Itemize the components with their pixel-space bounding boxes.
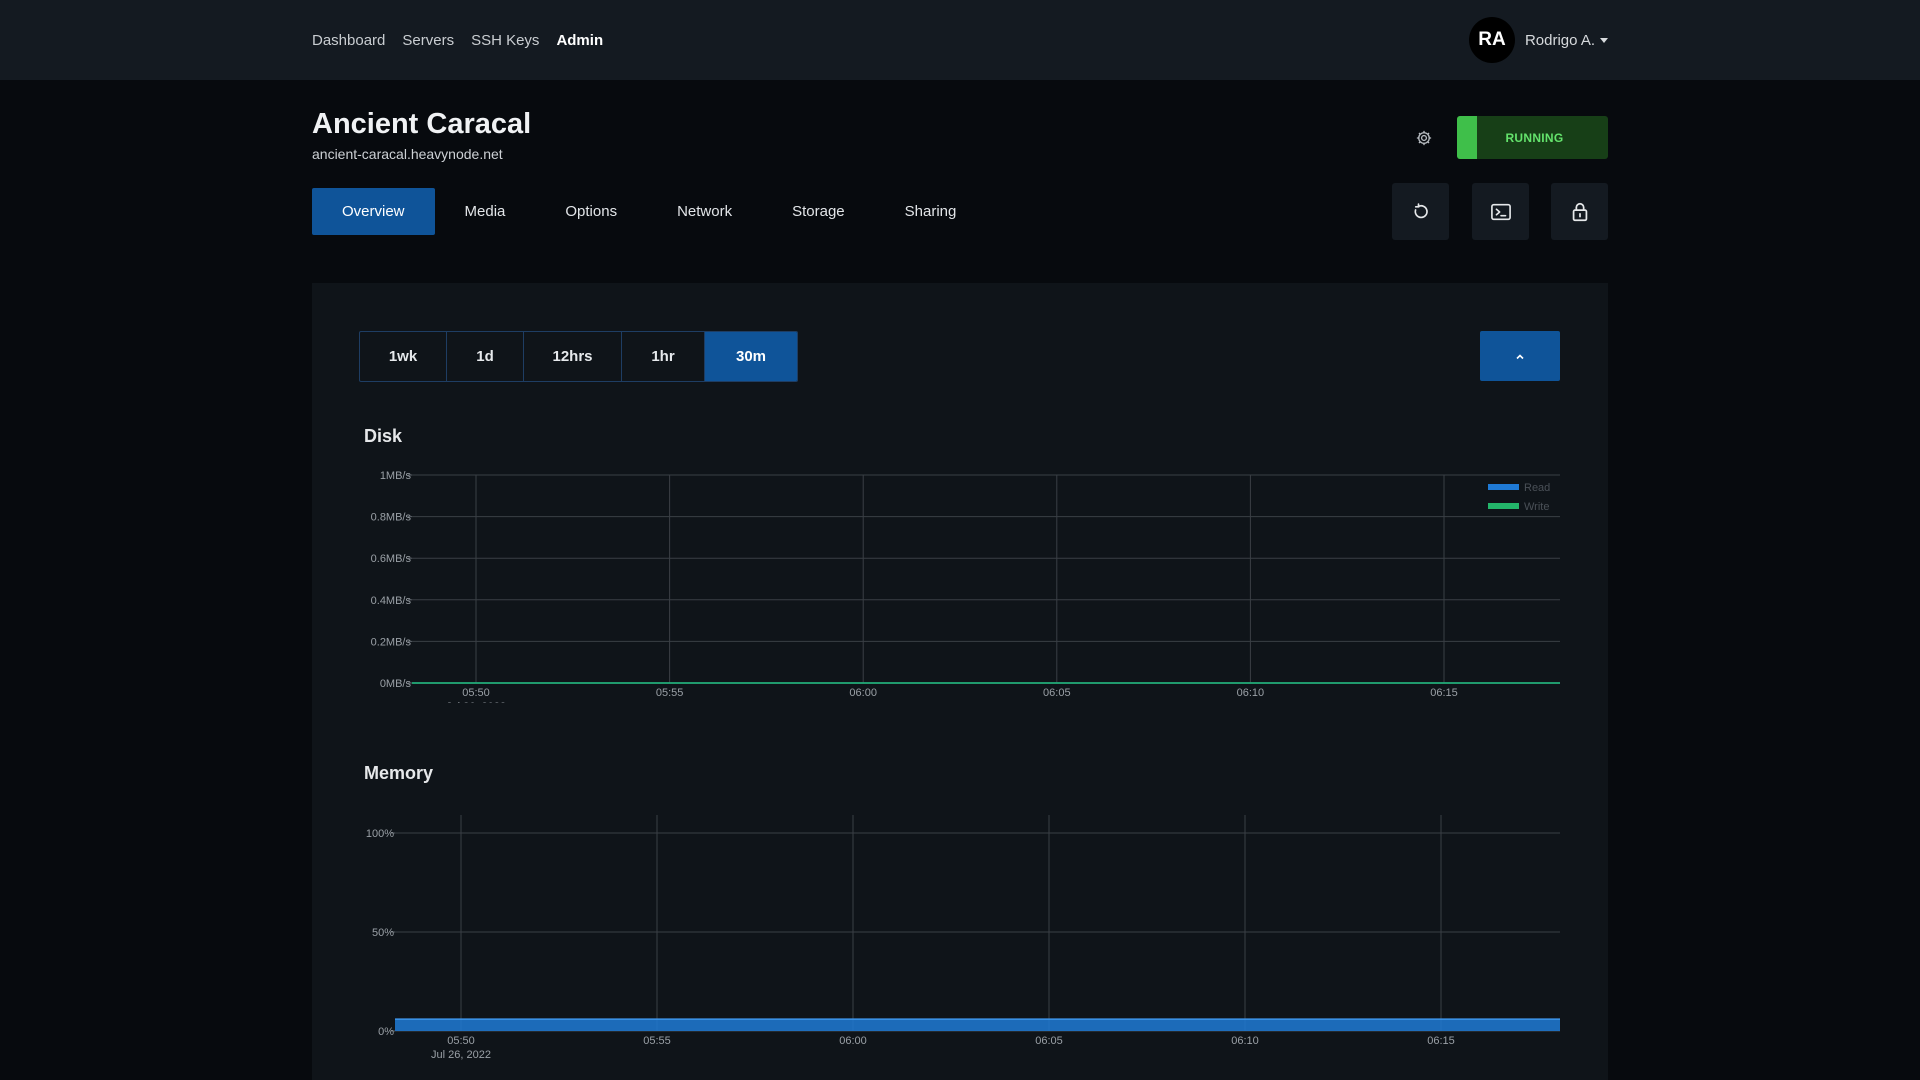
x-tick-label: 06:00 xyxy=(839,1035,867,1047)
range-1hr[interactable]: 1hr xyxy=(622,332,705,381)
caret-down-icon[interactable] xyxy=(1600,37,1608,43)
y-tick-label: 0MB/s xyxy=(380,678,412,690)
user-menu[interactable]: RA Rodrigo A. xyxy=(1468,17,1608,63)
console-button[interactable] xyxy=(1472,183,1529,240)
nav-dashboard[interactable]: Dashboard xyxy=(312,32,385,49)
y-tick-label: 0% xyxy=(378,1026,394,1038)
server-hostname: ancient-caracal.heavynode.net xyxy=(312,146,503,162)
chevron-up-icon xyxy=(1516,353,1524,359)
memory-chart: 0% 50% 100% 05:50 05:55 06:00 06:05 06:10 06:15 J… xyxy=(366,815,1560,1061)
range-12hrs[interactable]: 12hrs xyxy=(524,332,622,381)
lock-icon xyxy=(1572,202,1587,221)
restart-button[interactable] xyxy=(1392,183,1449,240)
settings-button[interactable] xyxy=(1410,124,1438,152)
x-tick-label: 06:10 xyxy=(1231,1035,1259,1047)
y-tick-label: 100% xyxy=(366,828,394,840)
disk-chart-title: Disk xyxy=(364,426,403,446)
nav-admin[interactable]: Admin xyxy=(556,32,603,49)
x-date-label: Jul 26, 2022 xyxy=(446,701,506,703)
y-tick-label: 1MB/s xyxy=(380,470,412,482)
legend-swatch-read xyxy=(1488,484,1519,490)
lock-button[interactable] xyxy=(1551,183,1608,240)
status-badge: RUNNING xyxy=(1457,116,1608,159)
legend-label-read: Read xyxy=(1524,482,1550,494)
tab-overview[interactable]: Overview xyxy=(312,188,435,235)
x-tick-label: 05:50 xyxy=(447,1035,475,1047)
avatar[interactable]: RA xyxy=(1468,17,1515,63)
gear-icon xyxy=(1416,130,1432,146)
main-nav: Dashboard Servers SSH Keys Admin xyxy=(312,0,620,80)
overview-panel: 1wk 1d 12hrs 1hr 30m Disk 0MB/s 0.2MB/s 0.… xyxy=(312,283,1608,1080)
x-tick-label: 06:15 xyxy=(1427,1035,1455,1047)
x-tick-label: 06:00 xyxy=(849,687,877,699)
tab-network[interactable]: Network xyxy=(647,188,762,235)
y-tick-label: 0.4MB/s xyxy=(371,595,412,607)
x-date-label: Jul 26, 2022 xyxy=(431,1049,491,1061)
x-tick-label: 06:10 xyxy=(1237,687,1265,699)
range-1d[interactable]: 1d xyxy=(447,332,524,381)
user-name[interactable]: Rodrigo A. xyxy=(1525,32,1595,49)
tab-media[interactable]: Media xyxy=(435,188,536,235)
time-range-selector: 1wk 1d 12hrs 1hr 30m xyxy=(359,331,798,382)
x-tick-label: 06:05 xyxy=(1035,1035,1063,1047)
y-tick-label: 50% xyxy=(372,927,394,939)
server-tabs: Overview Media Options Network Storage S… xyxy=(312,188,986,235)
nav-servers[interactable]: Servers xyxy=(402,32,454,49)
y-tick-label: 0.6MB/s xyxy=(371,553,412,565)
legend-label-write: Write xyxy=(1524,501,1549,513)
x-tick-label: 05:50 xyxy=(462,687,490,699)
collapse-button[interactable] xyxy=(1480,331,1560,381)
range-30m[interactable]: 30m xyxy=(705,332,797,381)
x-tick-label: 06:05 xyxy=(1043,687,1071,699)
memory-area xyxy=(395,1019,1560,1031)
range-1wk[interactable]: 1wk xyxy=(360,332,447,381)
x-tick-label: 05:55 xyxy=(643,1035,671,1047)
nav-ssh-keys[interactable]: SSH Keys xyxy=(471,32,539,49)
y-tick-label: 0.8MB/s xyxy=(371,512,412,524)
legend-swatch-write xyxy=(1488,503,1519,509)
status-indicator xyxy=(1457,116,1477,159)
top-navbar: Dashboard Servers SSH Keys Admin RA Rodr… xyxy=(0,0,1920,80)
console-icon xyxy=(1490,203,1511,220)
x-tick-label: 06:15 xyxy=(1430,687,1458,699)
x-tick-label: 05:55 xyxy=(656,687,684,699)
status-text: RUNNING xyxy=(1505,130,1564,145)
tab-storage[interactable]: Storage xyxy=(762,188,875,235)
y-tick-label: 0.2MB/s xyxy=(371,636,412,648)
tab-options[interactable]: Options xyxy=(535,188,647,235)
memory-chart-title: Memory xyxy=(364,763,434,783)
restart-icon xyxy=(1414,202,1428,218)
tab-sharing[interactable]: Sharing xyxy=(875,188,987,235)
server-name: Ancient Caracal xyxy=(312,108,532,140)
disk-chart: 0MB/s 0.2MB/s 0.4MB/s 0.6MB/s 0.8MB/s 1MB/s 05… xyxy=(371,470,1560,703)
